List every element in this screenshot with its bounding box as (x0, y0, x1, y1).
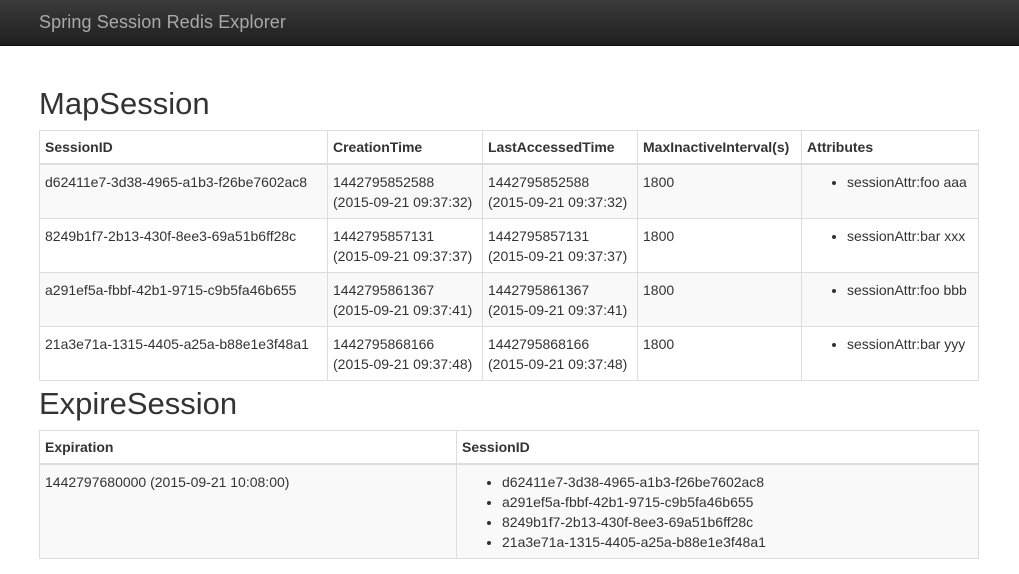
header-creation-time: CreationTime (327, 130, 483, 165)
attribute-item: sessionAttr:foo bbb (847, 280, 973, 300)
attribute-list: sessionAttr:foo aaa (807, 172, 973, 192)
cell-creation-time: 1442795861367 (2015-09-21 09:37:41) (327, 272, 483, 327)
cell-creation-time: 1442795852588 (2015-09-21 09:37:32) (327, 163, 483, 219)
last-accessed-ms: 1442795852588 (488, 174, 590, 190)
table-row: d62411e7-3d38-4965-a1b3-f26be7602ac8 144… (39, 163, 979, 219)
creation-datetime: (2015-09-21 09:37:37) (333, 248, 473, 264)
attribute-item: sessionAttr:bar yyy (847, 334, 973, 354)
last-accessed-ms: 1442795861367 (488, 282, 590, 298)
last-accessed-datetime: (2015-09-21 09:37:48) (488, 356, 628, 372)
creation-ms: 1442795861367 (333, 282, 435, 298)
cell-session-id: 21a3e71a-1315-4405-a25a-b88e1e3f48a1 (39, 326, 328, 381)
creation-datetime: (2015-09-21 09:37:48) (333, 356, 473, 372)
cell-expiration: 1442797680000 (2015-09-21 10:08:00) (39, 463, 457, 559)
list-item: 8249b1f7-2b13-430f-8ee3-69a51b6ff28c (502, 512, 973, 532)
navbar: Spring Session Redis Explorer (0, 0, 1019, 46)
attribute-list: sessionAttr:bar yyy (807, 334, 973, 354)
cell-session-ids: d62411e7-3d38-4965-a1b3-f26be7602ac8 a29… (456, 463, 979, 559)
list-item: d62411e7-3d38-4965-a1b3-f26be7602ac8 (502, 472, 973, 492)
attribute-list: sessionAttr:bar xxx (807, 226, 973, 246)
cell-attributes: sessionAttr:bar xxx (801, 218, 979, 273)
map-session-header-row: SessionID CreationTime LastAccessedTime … (39, 130, 979, 165)
header-max-inactive-interval: MaxInactiveInterval(s) (637, 130, 802, 165)
cell-last-accessed-time: 1442795857131 (2015-09-21 09:37:37) (482, 218, 638, 273)
cell-last-accessed-time: 1442795861367 (2015-09-21 09:37:41) (482, 272, 638, 327)
cell-attributes: sessionAttr:foo bbb (801, 272, 979, 327)
last-accessed-datetime: (2015-09-21 09:37:41) (488, 302, 628, 318)
last-accessed-ms: 1442795868166 (488, 336, 590, 352)
header-session-id: SessionID (39, 130, 328, 165)
last-accessed-datetime: (2015-09-21 09:37:32) (488, 194, 628, 210)
cell-session-id: d62411e7-3d38-4965-a1b3-f26be7602ac8 (39, 163, 328, 219)
header-attributes: Attributes (801, 130, 979, 165)
cell-attributes: sessionAttr:foo aaa (801, 163, 979, 219)
attribute-item: sessionAttr:bar xxx (847, 226, 973, 246)
expire-session-header-row: Expiration SessionID (39, 430, 979, 465)
cell-session-id: 8249b1f7-2b13-430f-8ee3-69a51b6ff28c (39, 218, 328, 273)
table-row: 1442797680000 (2015-09-21 10:08:00) d624… (39, 463, 979, 559)
cell-attributes: sessionAttr:bar yyy (801, 326, 979, 381)
header-last-accessed-time: LastAccessedTime (482, 130, 638, 165)
expire-session-heading: ExpireSession (39, 386, 238, 421)
last-accessed-datetime: (2015-09-21 09:37:37) (488, 248, 628, 264)
last-accessed-ms: 1442795857131 (488, 228, 590, 244)
cell-max-inactive-interval: 1800 (637, 272, 802, 327)
cell-last-accessed-time: 1442795852588 (2015-09-21 09:37:32) (482, 163, 638, 219)
table-row: a291ef5a-fbbf-42b1-9715-c9b5fa46b655 144… (39, 272, 979, 327)
attribute-item: sessionAttr:foo aaa (847, 172, 973, 192)
expire-session-table: Expiration SessionID 1442797680000 (2015… (39, 430, 979, 559)
list-item: a291ef5a-fbbf-42b1-9715-c9b5fa46b655 (502, 492, 973, 512)
cell-max-inactive-interval: 1800 (637, 163, 802, 219)
map-session-heading: MapSession (39, 86, 210, 121)
creation-datetime: (2015-09-21 09:37:32) (333, 194, 473, 210)
session-id-list: d62411e7-3d38-4965-a1b3-f26be7602ac8 a29… (462, 472, 973, 552)
header-expiration: Expiration (39, 430, 457, 465)
app-brand[interactable]: Spring Session Redis Explorer (39, 12, 286, 33)
creation-ms: 1442795868166 (333, 336, 435, 352)
map-session-table: SessionID CreationTime LastAccessedTime … (39, 130, 979, 381)
attribute-list: sessionAttr:foo bbb (807, 280, 973, 300)
creation-datetime: (2015-09-21 09:37:41) (333, 302, 473, 318)
table-row: 8249b1f7-2b13-430f-8ee3-69a51b6ff28c 144… (39, 218, 979, 273)
list-item: 21a3e71a-1315-4405-a25a-b88e1e3f48a1 (502, 532, 973, 552)
header-session-id: SessionID (456, 430, 979, 465)
creation-ms: 1442795852588 (333, 174, 435, 190)
cell-max-inactive-interval: 1800 (637, 218, 802, 273)
creation-ms: 1442795857131 (333, 228, 435, 244)
cell-last-accessed-time: 1442795868166 (2015-09-21 09:37:48) (482, 326, 638, 381)
table-row: 21a3e71a-1315-4405-a25a-b88e1e3f48a1 144… (39, 326, 979, 381)
cell-creation-time: 1442795857131 (2015-09-21 09:37:37) (327, 218, 483, 273)
cell-max-inactive-interval: 1800 (637, 326, 802, 381)
cell-session-id: a291ef5a-fbbf-42b1-9715-c9b5fa46b655 (39, 272, 328, 327)
cell-creation-time: 1442795868166 (2015-09-21 09:37:48) (327, 326, 483, 381)
